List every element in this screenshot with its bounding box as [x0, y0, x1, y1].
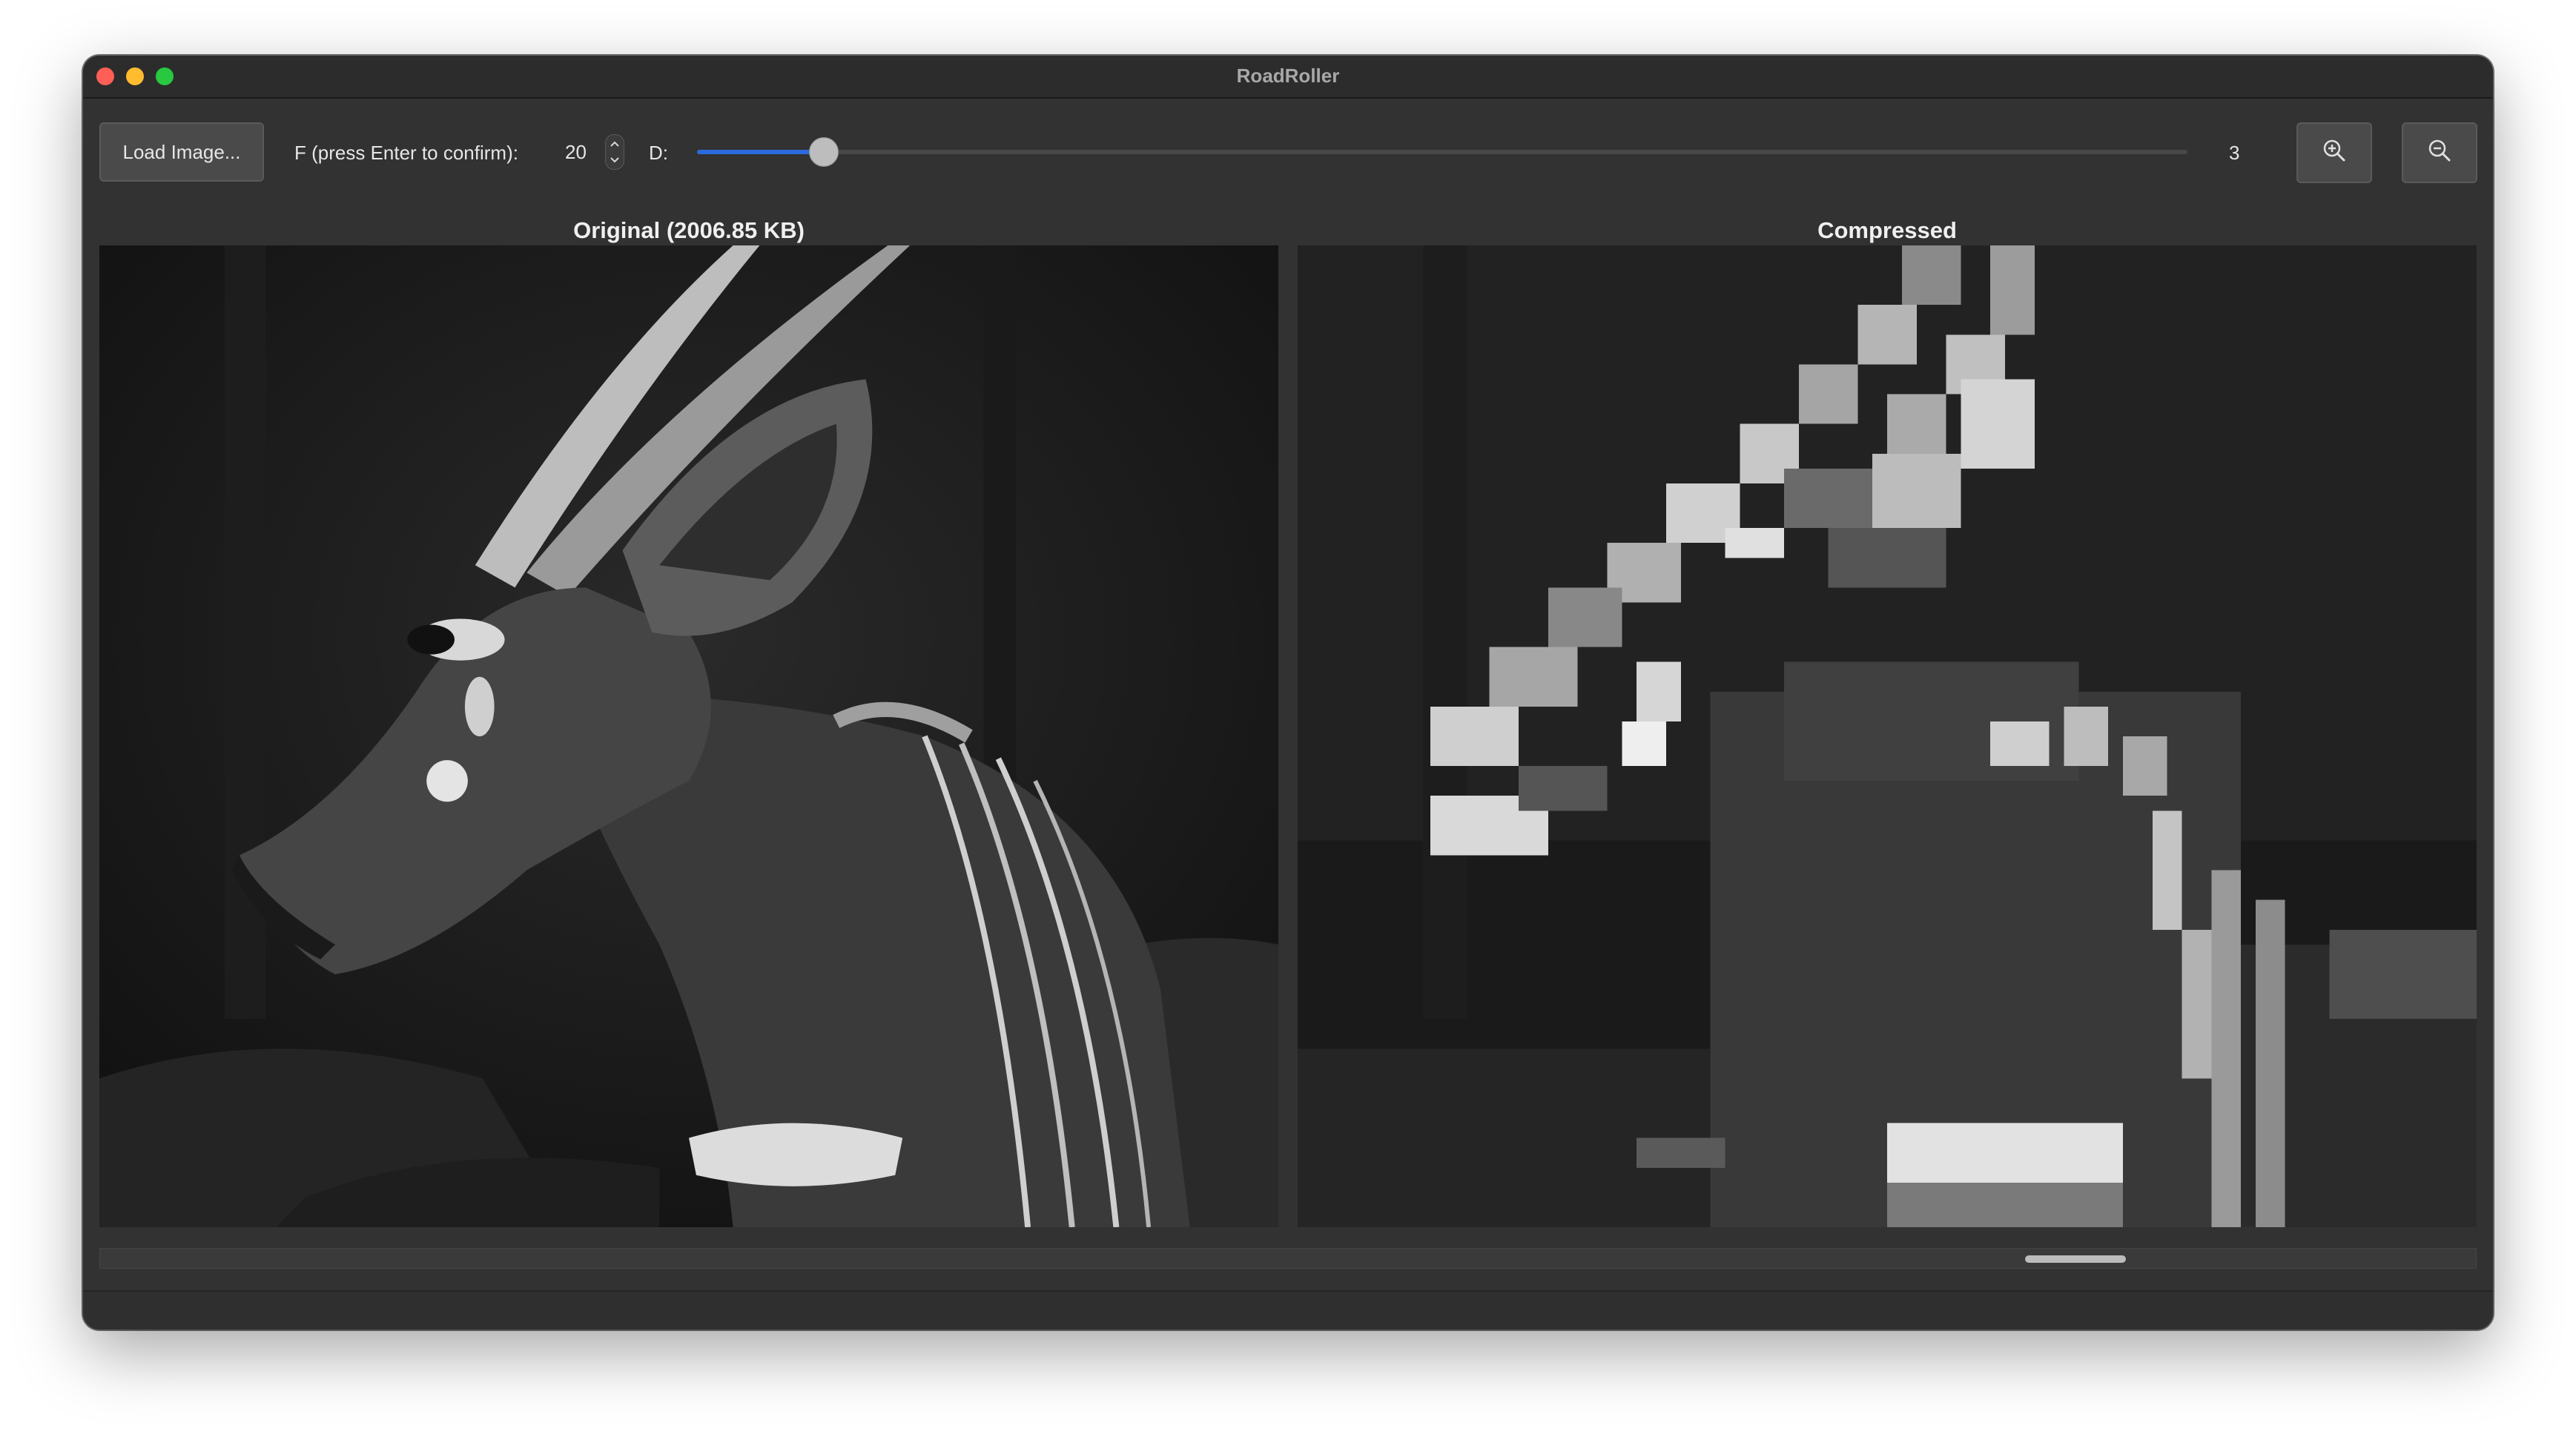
f-stepper[interactable] — [605, 134, 624, 170]
d-slider-handle[interactable] — [809, 137, 839, 167]
f-value-input[interactable] — [558, 136, 601, 168]
title-bar: RoadRoller — [83, 56, 2493, 99]
stepper-down-icon[interactable] — [606, 152, 624, 168]
load-image-button[interactable]: Load Image... — [99, 122, 264, 182]
window-title: RoadRoller — [1236, 65, 1340, 87]
horizontal-scrollbar-thumb[interactable] — [2025, 1255, 2126, 1263]
compressed-image — [1298, 245, 2477, 1227]
d-slider[interactable] — [697, 136, 2187, 168]
zoom-in-icon — [2321, 137, 2348, 169]
zoom-in-button[interactable] — [2296, 122, 2372, 183]
zoom-out-icon — [2426, 137, 2453, 169]
f-label: F (press Enter to confirm): — [294, 142, 518, 164]
d-slider-track[interactable] — [697, 150, 2187, 154]
d-value: 3 — [2229, 142, 2240, 164]
original-image — [99, 245, 1278, 1227]
compressed-panel-title: Compressed — [1817, 217, 1957, 243]
horizontal-scrollbar[interactable] — [99, 1248, 2477, 1269]
compressed-image-view[interactable] — [1298, 245, 2477, 1227]
app-window: RoadRoller Load Image... F (press Enter … — [83, 56, 2493, 1330]
f-spinbox[interactable] — [558, 134, 624, 170]
stepper-up-icon[interactable] — [606, 136, 624, 152]
original-panel-title: Original (2006.85 KB) — [573, 217, 805, 243]
status-bar — [83, 1290, 2493, 1330]
d-slider-fill — [697, 150, 824, 154]
toolbar: Load Image... F (press Enter to confirm)… — [83, 99, 2493, 210]
d-label: D: — [649, 142, 668, 164]
original-image-view[interactable] — [99, 245, 1278, 1227]
zoom-out-button[interactable] — [2402, 122, 2477, 183]
